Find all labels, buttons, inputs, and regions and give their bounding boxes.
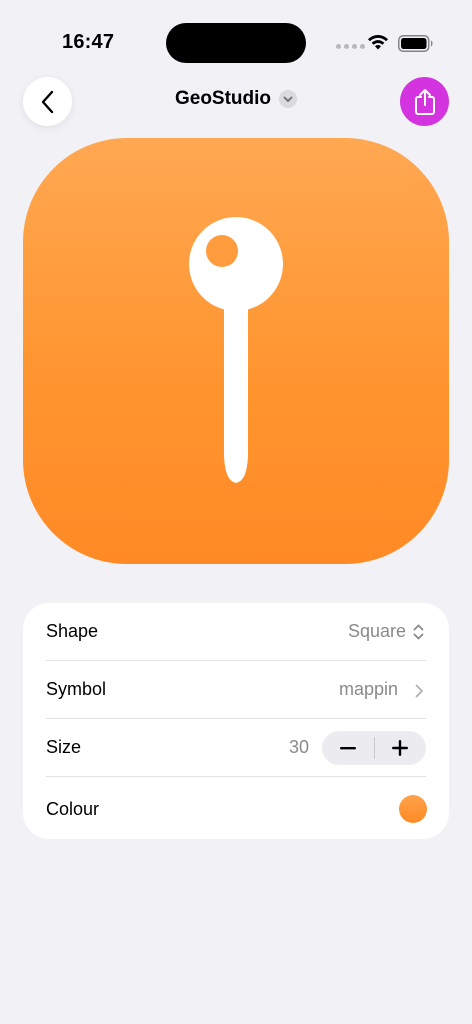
increment-button[interactable] xyxy=(374,731,426,765)
dynamic-island xyxy=(166,23,306,63)
colour-label: Colour xyxy=(46,799,100,819)
symbol-label: Symbol xyxy=(46,679,107,699)
shape-value: Square xyxy=(348,621,407,641)
colour-swatch[interactable] xyxy=(399,795,427,823)
share-button[interactable] xyxy=(400,77,449,126)
size-value: 30 xyxy=(289,737,310,757)
cellular-signal-icon xyxy=(336,44,365,49)
app-icon-preview xyxy=(23,138,449,564)
size-stepper xyxy=(322,731,426,765)
size-label: Size xyxy=(46,737,82,757)
status-bar: 16:47 xyxy=(0,0,472,80)
status-time: 16:47 xyxy=(62,31,115,53)
share-icon xyxy=(414,88,435,115)
minus-icon xyxy=(340,746,356,749)
icon-settings-card: Shape Square Symbol mappin Size 30 Colou… xyxy=(23,603,449,839)
colour-row[interactable]: Colour xyxy=(23,777,449,839)
decrement-button[interactable] xyxy=(322,731,374,765)
chevron-right-icon xyxy=(415,684,423,698)
battery-icon xyxy=(398,35,433,52)
page-title: GeoStudio xyxy=(174,88,272,109)
wifi-icon xyxy=(368,34,388,50)
symbol-row[interactable]: Symbol mappin xyxy=(23,661,449,719)
shape-label: Shape xyxy=(46,621,99,641)
shape-row[interactable]: Shape Square xyxy=(23,603,449,661)
plus-icon xyxy=(392,740,408,756)
symbol-value: mappin xyxy=(339,679,399,699)
mappin-icon xyxy=(189,217,283,483)
chevron-up-down-icon xyxy=(413,624,424,640)
chevron-down-icon xyxy=(279,90,298,108)
